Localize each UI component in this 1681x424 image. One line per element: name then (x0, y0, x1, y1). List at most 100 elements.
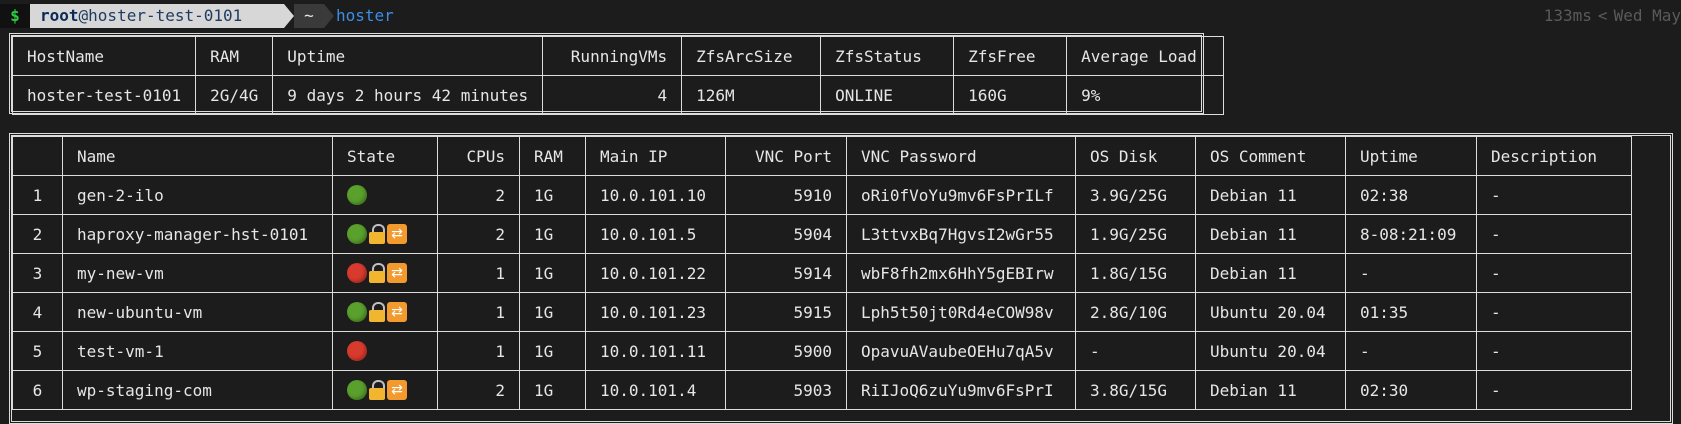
stopped-status-icon (347, 341, 367, 362)
vm-vnc-password: L3ttvxBq7HgvsI2wGr55 (846, 214, 1076, 254)
host-col-zfsfree: ZfsFree (953, 36, 1068, 76)
vm-main-ip: 10.0.101.4 (585, 370, 726, 410)
vm-index: 6 (12, 370, 63, 410)
vm-ram: 1G (519, 214, 586, 254)
host-col-ram: RAM (195, 36, 274, 76)
vm-col-ram: RAM (519, 136, 586, 176)
host-zfsfree: 160G (953, 75, 1068, 115)
vm-uptime: - (1345, 331, 1477, 371)
vm-state: ⇄ (332, 253, 438, 293)
vm-table-row: 1 gen-2-ilo 2 1G 10.0.101.10 5910 oRi0fVoYu9mv… (12, 175, 1632, 215)
vm-col-vnc-password: VNC Password (846, 136, 1076, 176)
vm-ram: 1G (519, 253, 586, 293)
host-zfsstatus: ONLINE (820, 75, 955, 115)
vm-vnc-port: 5904 (725, 214, 847, 254)
vm-uptime: 8-08:21:09 (1345, 214, 1477, 254)
vm-col-vnc-port: VNC Port (725, 136, 847, 176)
vm-index: 4 (12, 292, 63, 332)
vm-vnc-port: 5915 (725, 292, 847, 332)
prompt-host: @hoster-test-0101 (78, 6, 243, 25)
vm-col-uptime: Uptime (1345, 136, 1477, 176)
repeat-icon: ⇄ (387, 380, 407, 401)
vm-uptime: - (1345, 253, 1477, 293)
prompt-user-host: root@hoster-test-0101 (30, 4, 284, 28)
vm-name: test-vm-1 (62, 331, 333, 371)
prompt-directory: ~ (294, 4, 324, 28)
host-col-zfsarcsize: ZfsArcSize (681, 36, 822, 76)
vm-state (332, 175, 438, 215)
vm-col-os-comment: OS Comment (1195, 136, 1346, 176)
vm-name: my-new-vm (62, 253, 333, 293)
vm-os-comment: Ubuntu 20.04 (1195, 292, 1346, 332)
vm-vnc-password: OpavuAVaubeOEHu7qA5v (846, 331, 1076, 371)
repeat-icon: ⇄ (387, 263, 407, 284)
vm-vnc-port: 5910 (725, 175, 847, 215)
vm-table-row: 5 test-vm-1 1 1G 10.0.101.11 5900 OpavuAVaubeO… (12, 331, 1632, 371)
vm-col-main-ip: Main IP (585, 136, 726, 176)
vm-table-row: 4 new-ubuntu-vm ⇄ 1 1G 10.0.101.23 5915 Lph5t50… (12, 292, 1632, 332)
host-hostname: hoster-test-0101 (11, 75, 197, 115)
vm-os-comment: Debian 11 (1195, 253, 1346, 293)
host-col-hostname: HostName (11, 36, 197, 76)
prompt-symbol: $ (0, 4, 30, 28)
vm-description: - (1476, 175, 1632, 215)
vm-cpus: 1 (437, 253, 520, 293)
vm-os-disk: 3.8G/15G (1075, 370, 1196, 410)
vm-index: 2 (12, 214, 63, 254)
host-table-row: hoster-test-0101 2G/4G 9 days 2 hours 42… (11, 75, 1225, 115)
host-uptime: 9 days 2 hours 42 minutes (272, 75, 544, 115)
running-status-icon (347, 302, 367, 323)
vm-uptime: 01:35 (1345, 292, 1477, 332)
host-table-header-row: HostName RAM Uptime RunningVMs ZfsArcSiz… (11, 36, 1225, 76)
vm-vnc-port: 5914 (725, 253, 847, 293)
vm-col-description: Description (1476, 136, 1632, 176)
vm-description: - (1476, 292, 1632, 332)
host-col-zfsstatus: ZfsStatus (820, 36, 955, 76)
vm-col-os-disk: OS Disk (1075, 136, 1196, 176)
vm-os-disk: - (1075, 331, 1196, 371)
vm-os-disk: 2.8G/10G (1075, 292, 1196, 332)
vm-col-state: State (332, 136, 438, 176)
vm-table-header-row: Name State CPUs RAM Main IP VNC Port VNC… (12, 136, 1632, 176)
vm-cpus: 1 (437, 331, 520, 371)
vm-ram: 1G (519, 331, 586, 371)
vm-description: - (1476, 331, 1632, 371)
vm-os-comment: Ubuntu 20.04 (1195, 331, 1346, 371)
vm-table-row: 3 my-new-vm ⇄ 1 1G 10.0.101.22 5914 wbF8fh2mx6H… (12, 253, 1632, 293)
vm-name: new-ubuntu-vm (62, 292, 333, 332)
vm-os-comment: Debian 11 (1195, 370, 1346, 410)
vm-vnc-password: wbF8fh2mx6HhY5gEBIrw (846, 253, 1076, 293)
running-status-icon (347, 380, 367, 401)
typed-command: hoster (336, 6, 394, 25)
vm-uptime: 02:30 (1345, 370, 1477, 410)
vm-main-ip: 10.0.101.11 (585, 331, 726, 371)
prompt-user: root (40, 6, 79, 25)
segment-arrow (284, 4, 294, 28)
vm-os-comment: Debian 11 (1195, 175, 1346, 215)
vm-state: ⇄ (332, 292, 438, 332)
repeat-icon: ⇄ (387, 302, 407, 323)
lock-icon (368, 380, 386, 401)
host-col-uptime: Uptime (272, 36, 544, 76)
vm-index: 3 (12, 253, 63, 293)
lock-icon (368, 263, 386, 284)
prompt-right-info: 133ms < Wed May (1544, 4, 1681, 28)
vm-cpus: 2 (437, 370, 520, 410)
repeat-icon: ⇄ (387, 224, 407, 245)
vm-main-ip: 10.0.101.5 (585, 214, 726, 254)
vm-description: - (1476, 214, 1632, 254)
vm-cpus: 1 (437, 292, 520, 332)
vm-table-row: 2 haproxy-manager-hst-0101 ⇄ 2 1G 10.0.101.5 5… (12, 214, 1632, 254)
vm-col-cpus: CPUs (437, 136, 520, 176)
vm-list-table: Name State CPUs RAM Main IP VNC Port VNC… (12, 136, 1632, 410)
segment-arrow (324, 4, 334, 28)
host-col-runningvms: RunningVMs (542, 36, 683, 76)
vm-vnc-password: oRi0fVoYu9mv6FsPrILf (846, 175, 1076, 215)
vm-main-ip: 10.0.101.22 (585, 253, 726, 293)
vm-vnc-port: 5900 (725, 331, 847, 371)
vm-os-comment: Debian 11 (1195, 214, 1346, 254)
vm-vnc-port: 5903 (725, 370, 847, 410)
vm-cpus: 2 (437, 214, 520, 254)
vm-vnc-password: Lph5t50jt0Rd4eCOW98v (846, 292, 1076, 332)
vm-state: ⇄ (332, 370, 438, 410)
